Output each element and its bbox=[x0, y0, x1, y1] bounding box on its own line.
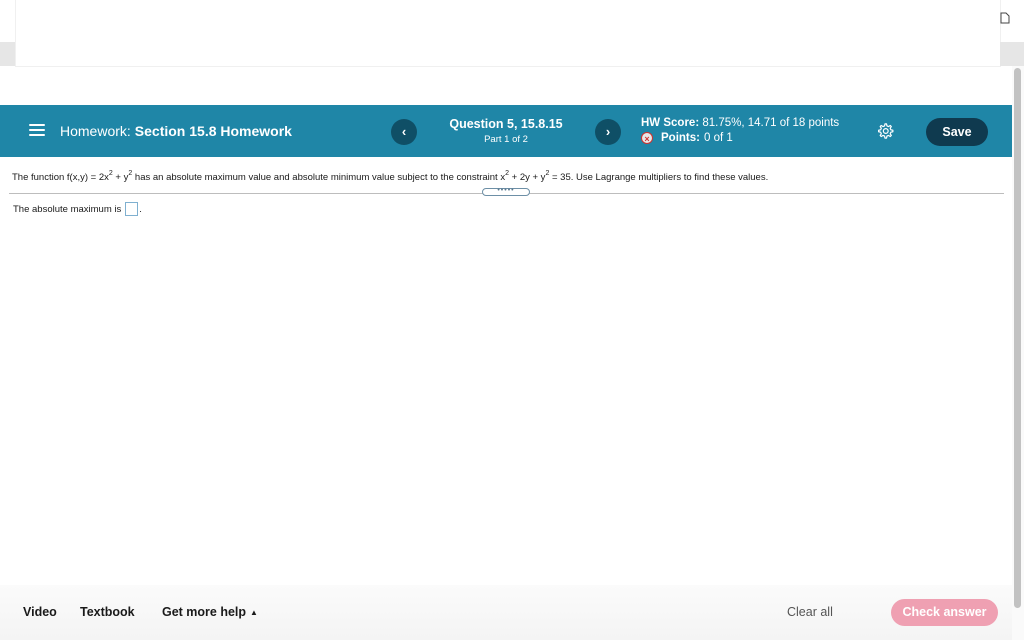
chevron-right-icon: › bbox=[605, 124, 611, 139]
menu-icon-line bbox=[29, 134, 45, 136]
hw-score-label: HW Score: bbox=[641, 117, 700, 129]
top-gray-left bbox=[0, 42, 16, 66]
document-icon bbox=[1000, 12, 1010, 24]
previous-question-button[interactable]: ‹ bbox=[391, 119, 417, 145]
menu-icon[interactable] bbox=[29, 122, 45, 138]
next-question-button[interactable]: › bbox=[595, 119, 621, 145]
homework-title: Homework: Section 15.8 Homework bbox=[60, 123, 292, 139]
problem-text: + y bbox=[112, 172, 129, 183]
menu-icon-line bbox=[29, 129, 45, 131]
expand-handle[interactable]: ••••• bbox=[482, 187, 530, 196]
incorrect-x-icon: × bbox=[641, 132, 653, 144]
problem-text: = 35. Use Lagrange multipliers to find t… bbox=[549, 172, 769, 183]
score-block: HW Score: 81.75%, 14.71 of 18 points × P… bbox=[641, 117, 839, 144]
top-white-panel bbox=[16, 0, 1000, 66]
page: Homework: Section 15.8 Homework ‹ Questio… bbox=[0, 0, 1024, 640]
question-info: Question 5, 15.8.15 Part 1 of 2 bbox=[430, 117, 582, 145]
question-content: The function f(x,y) = 2x2 + y2 has an ab… bbox=[0, 157, 1012, 585]
homework-prefix: Homework: bbox=[60, 123, 131, 139]
top-gray-right bbox=[1000, 42, 1024, 66]
clear-all-button[interactable]: Clear all bbox=[787, 605, 833, 619]
answer-trailing: . bbox=[139, 203, 142, 215]
answer-input[interactable] bbox=[125, 202, 139, 216]
question-title: Question 5, 15.8.15 bbox=[449, 117, 563, 131]
gear-icon[interactable] bbox=[876, 122, 894, 140]
save-button[interactable]: Save bbox=[926, 118, 988, 146]
homework-name: Section 15.8 Homework bbox=[134, 123, 292, 139]
question-part: Part 1 of 2 bbox=[484, 134, 528, 145]
problem-text: has an absolute maximum value and absolu… bbox=[132, 172, 506, 183]
top-frame bbox=[0, 0, 1024, 105]
video-link[interactable]: Video bbox=[23, 605, 57, 619]
check-answer-button[interactable]: Check answer bbox=[891, 599, 998, 626]
answer-prompt: The absolute maximum is bbox=[13, 203, 122, 215]
chevron-left-icon: ‹ bbox=[401, 124, 407, 139]
caret-up-icon: ▲ bbox=[250, 608, 258, 617]
hw-score-row: HW Score: 81.75%, 14.71 of 18 points bbox=[641, 117, 839, 129]
points-row: × Points: 0 of 1 bbox=[641, 132, 839, 144]
get-more-help-label: Get more help bbox=[162, 605, 247, 619]
points-label: Points: bbox=[661, 132, 700, 144]
hw-score-value: 81.75%, 14.71 of 18 points bbox=[702, 117, 840, 129]
get-more-help-button[interactable]: Get more help ▲ bbox=[162, 605, 258, 619]
problem-text: The function f(x,y) = 2x bbox=[12, 172, 109, 183]
menu-icon-line bbox=[29, 124, 45, 126]
problem-statement: The function f(x,y) = 2x2 + y2 has an ab… bbox=[12, 170, 768, 183]
footer-toolbar: Video Textbook Get more help ▲ Clear all … bbox=[0, 585, 1012, 640]
homework-header: Homework: Section 15.8 Homework ‹ Questio… bbox=[0, 105, 1012, 157]
answer-row: The absolute maximum is . bbox=[13, 202, 142, 216]
points-value: 0 of 1 bbox=[703, 132, 733, 144]
scrollbar-thumb[interactable] bbox=[1014, 68, 1021, 608]
problem-text: + 2y + y bbox=[509, 172, 546, 183]
textbook-link[interactable]: Textbook bbox=[80, 605, 135, 619]
